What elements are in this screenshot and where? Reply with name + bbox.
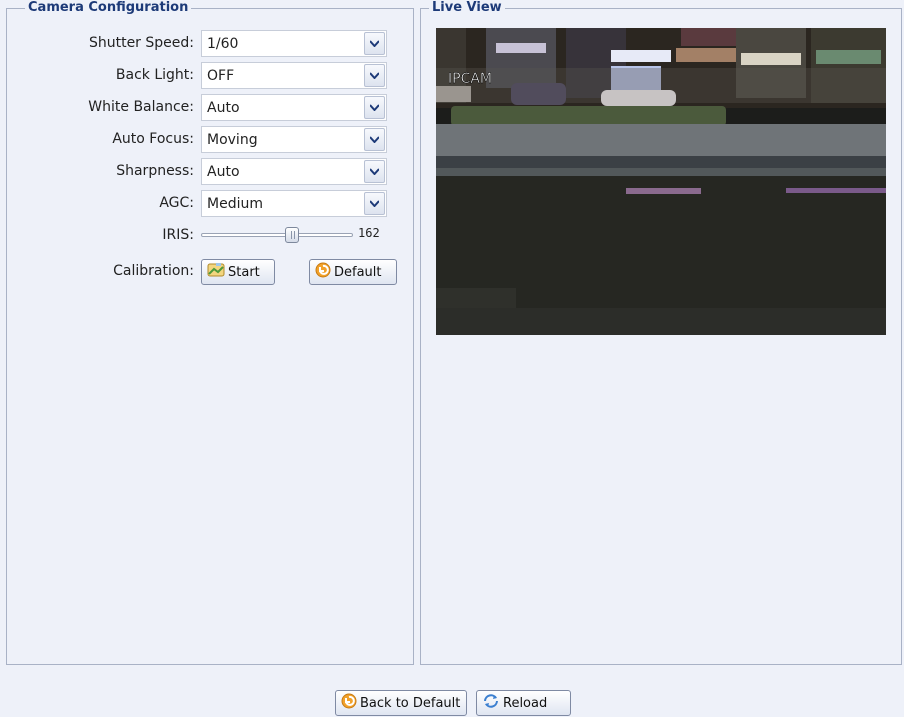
shutter-speed-select[interactable]: 1/60 xyxy=(201,30,387,57)
chevron-down-icon[interactable] xyxy=(364,128,385,151)
sharpness-select[interactable]: Auto xyxy=(201,158,387,185)
calibration-row: Calibration: Start Default xyxy=(7,257,407,285)
camera-configuration-title: Camera Configuration xyxy=(25,0,192,16)
chevron-down-icon[interactable] xyxy=(364,64,385,87)
white-balance-value: Auto xyxy=(207,100,240,116)
back-light-label: Back Light: xyxy=(115,67,194,83)
live-video-feed[interactable]: IPCAM xyxy=(436,28,886,335)
white-balance-select[interactable]: Auto xyxy=(201,94,387,121)
street-scene-image: IPCAM xyxy=(436,28,886,335)
chevron-down-icon[interactable] xyxy=(364,32,385,55)
live-view-panel: Live View IPCAM xyxy=(420,0,902,665)
camera-configuration-panel: Camera Configuration Shutter Speed: 1/60… xyxy=(6,0,414,665)
undo-arrow-icon xyxy=(341,693,357,713)
back-light-row: Back Light: OFF xyxy=(7,61,407,89)
calibration-start-label: Start xyxy=(228,264,260,280)
shutter-speed-row: Shutter Speed: 1/60 xyxy=(7,29,407,57)
auto-focus-select[interactable]: Moving xyxy=(201,126,387,153)
back-light-select[interactable]: OFF xyxy=(201,62,387,89)
calibration-label: Calibration: xyxy=(113,263,194,279)
shutter-speed-value: 1/60 xyxy=(207,36,239,52)
refresh-icon xyxy=(482,693,500,713)
reload-label: Reload xyxy=(503,695,548,711)
auto-focus-label: Auto Focus: xyxy=(112,131,194,147)
chevron-down-icon[interactable] xyxy=(364,96,385,119)
agc-row: AGC: Medium xyxy=(7,189,407,217)
calibration-default-button[interactable]: Default xyxy=(309,259,397,285)
agc-select[interactable]: Medium xyxy=(201,190,387,217)
chevron-down-icon[interactable] xyxy=(364,192,385,215)
auto-focus-value: Moving xyxy=(207,132,258,148)
white-balance-row: White Balance: Auto xyxy=(7,93,407,121)
camera-icon xyxy=(207,262,225,282)
auto-focus-row: Auto Focus: Moving xyxy=(7,125,407,153)
agc-value: Medium xyxy=(207,196,263,212)
iris-slider[interactable] xyxy=(201,227,353,243)
calibration-default-label: Default xyxy=(334,264,382,280)
shutter-speed-label: Shutter Speed: xyxy=(88,35,194,51)
sharpness-label: Sharpness: xyxy=(116,163,194,179)
iris-value: 162 xyxy=(358,226,380,240)
sharpness-row: Sharpness: Auto xyxy=(7,157,407,185)
reload-button[interactable]: Reload xyxy=(476,690,571,716)
undo-arrow-icon xyxy=(315,262,331,282)
ipcam-overlay-text: IPCAM xyxy=(448,71,492,87)
live-view-title: Live View xyxy=(429,0,505,16)
chevron-down-icon[interactable] xyxy=(364,160,385,183)
sharpness-value: Auto xyxy=(207,164,240,180)
back-light-value: OFF xyxy=(207,68,235,84)
iris-label: IRIS: xyxy=(162,227,194,243)
iris-slider-thumb[interactable] xyxy=(285,227,299,243)
back-to-default-button[interactable]: Back to Default xyxy=(335,690,467,716)
iris-row: IRIS: 162 xyxy=(7,221,407,249)
white-balance-label: White Balance: xyxy=(88,99,194,115)
calibration-start-button[interactable]: Start xyxy=(201,259,275,285)
agc-label: AGC: xyxy=(159,195,194,211)
back-to-default-label: Back to Default xyxy=(360,695,461,711)
